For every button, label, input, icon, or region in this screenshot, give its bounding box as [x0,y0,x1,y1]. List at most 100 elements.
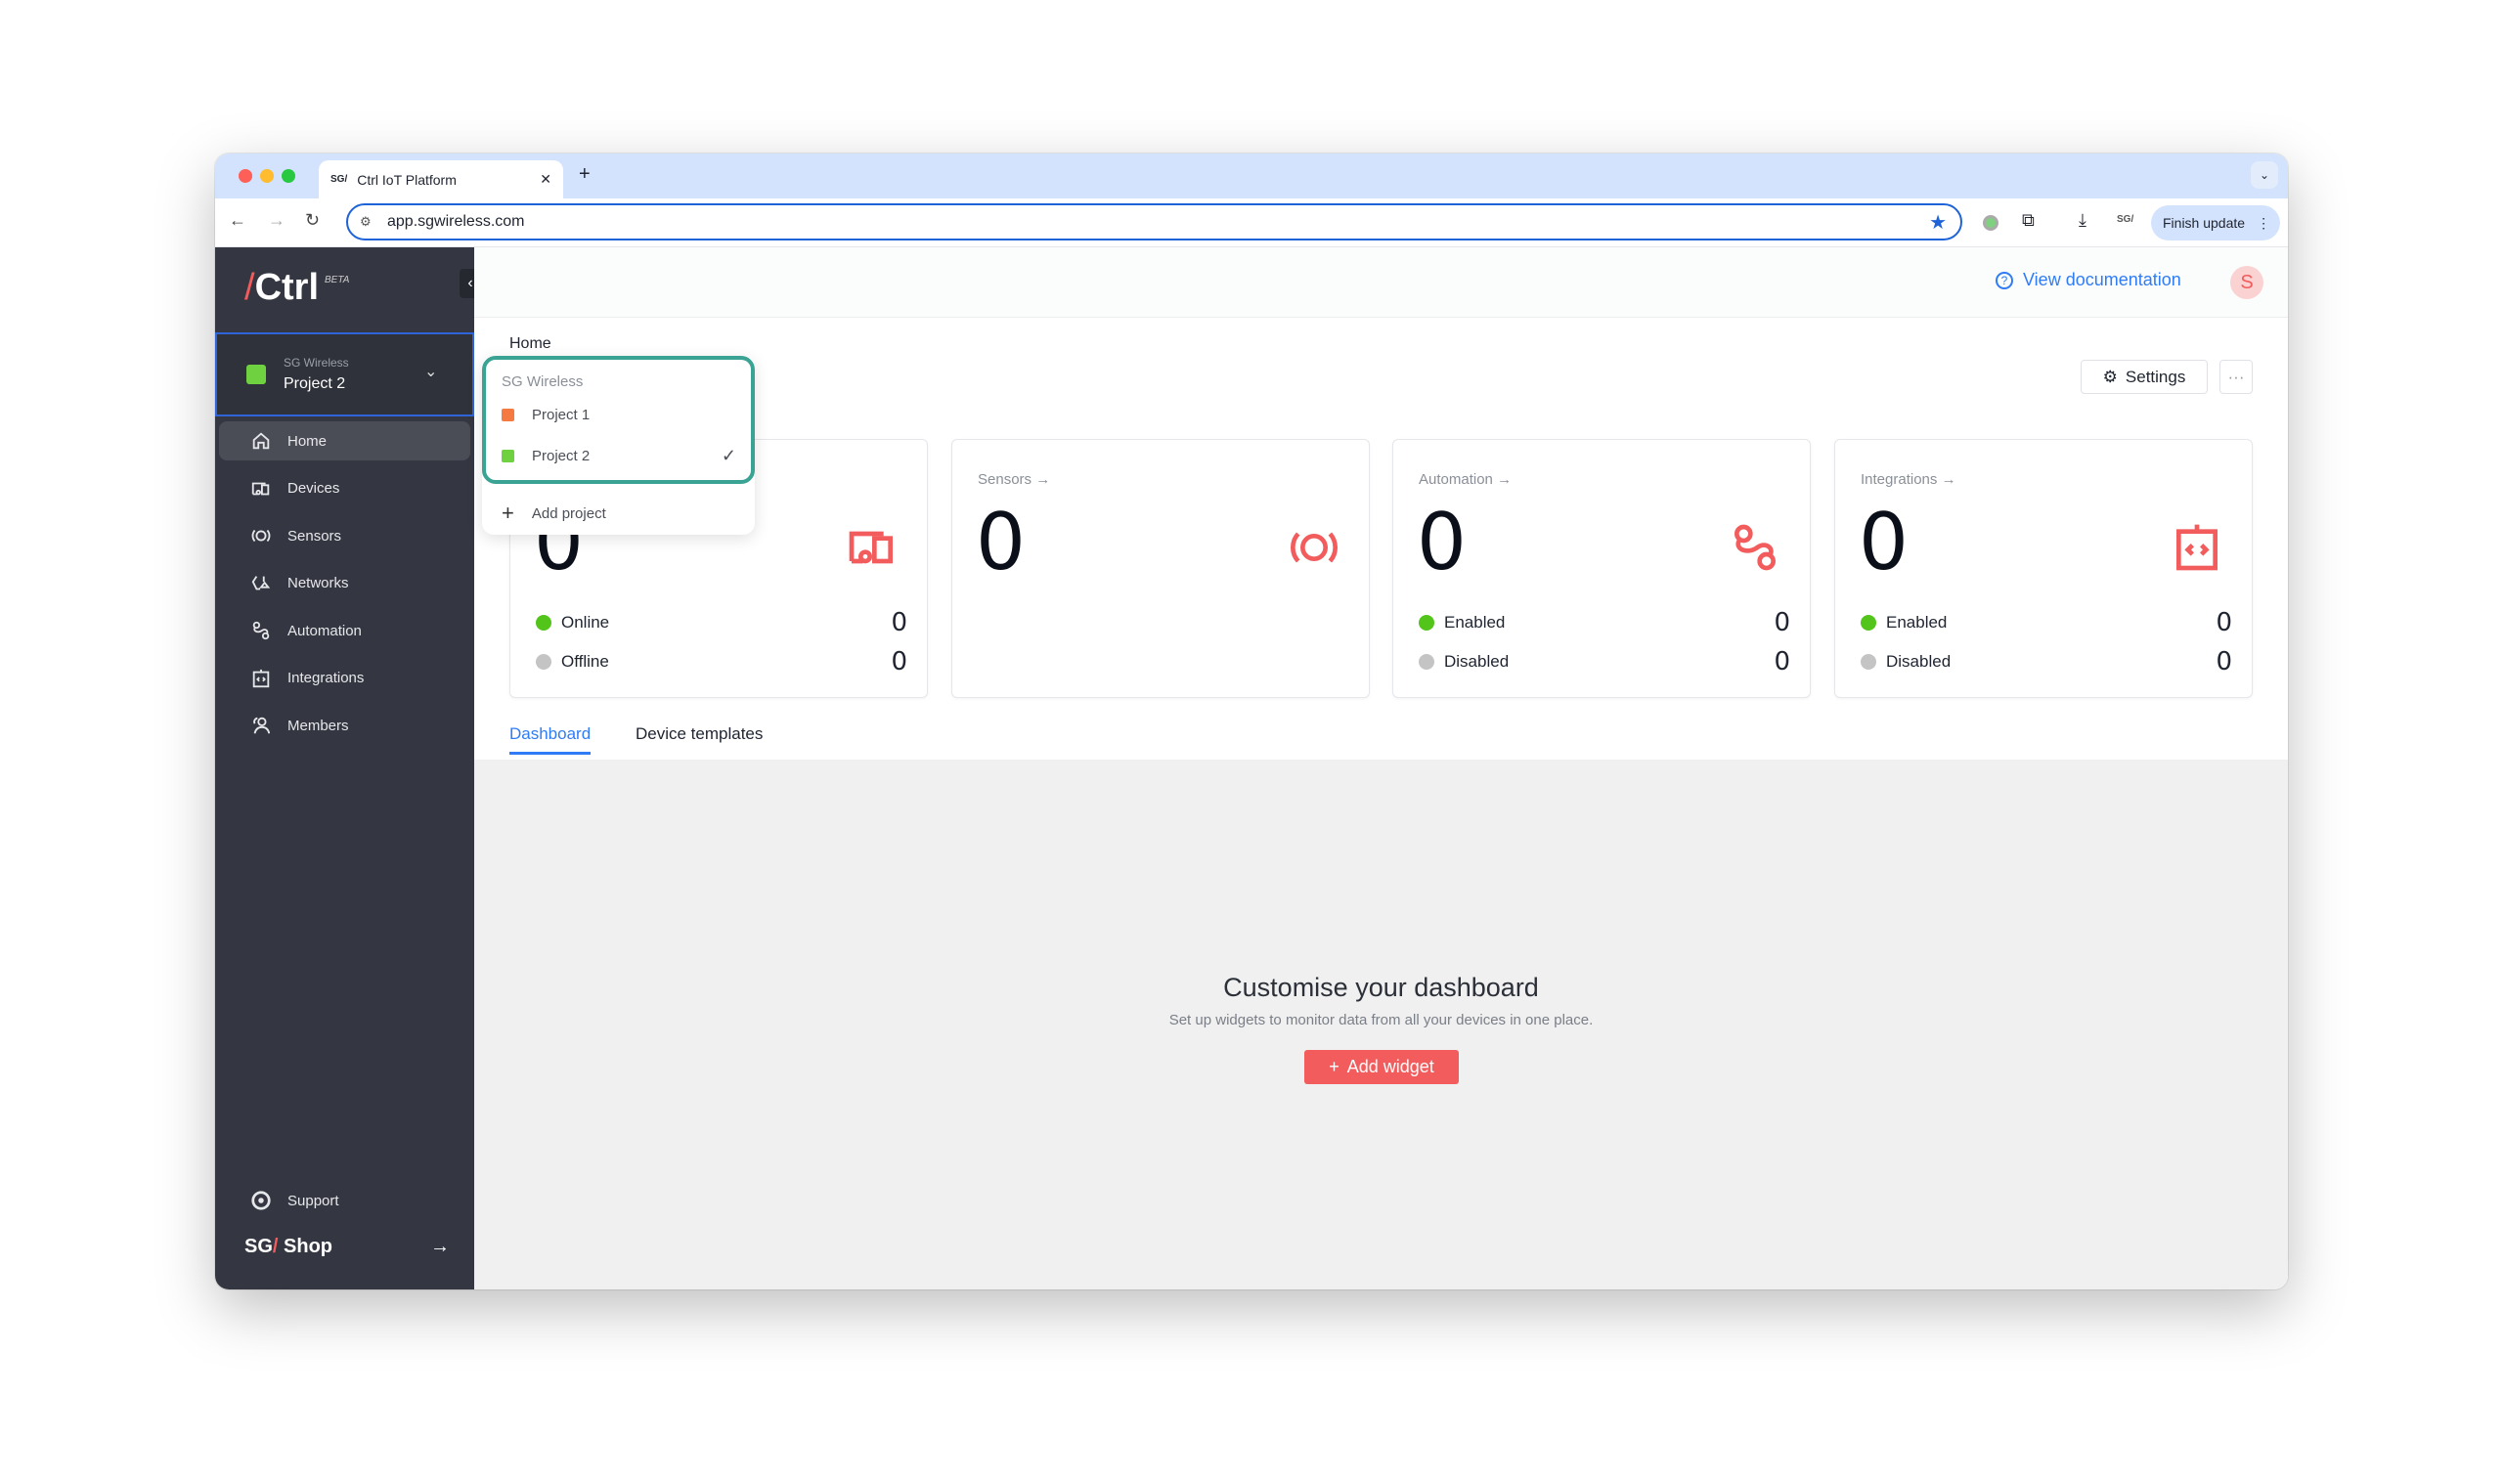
status-label: Online [561,613,610,632]
status-value: 0 [2216,647,2232,677]
devices-icon [849,531,893,564]
tab-bar: SG/ Ctrl IoT Platform ✕ + ⌄ [215,153,2288,198]
status-label: Enabled [1444,613,1506,632]
project-selector[interactable]: SG Wireless Project 2 ⌄ [215,332,474,416]
tab-title: Ctrl IoT Platform [357,171,457,188]
maximize-window-button[interactable] [282,169,295,183]
logo: /Ctrl [244,267,320,308]
status-row: Enabled 0 [1419,608,1790,637]
home-icon [252,432,270,450]
status-label: Disabled [1444,652,1510,671]
sidebar-item-devices[interactable]: Devices [219,469,470,508]
support-label: Support [287,1192,339,1209]
sensors-icon [1291,532,1338,563]
site-settings-icon[interactable]: ⚙ [360,214,372,230]
status-label: Offline [561,652,609,671]
favicon: SG/ [330,174,348,185]
project-color-swatch [246,365,266,384]
option-label: Project 1 [532,407,591,423]
tab-list-chevron-icon[interactable]: ⌄ [2251,161,2278,189]
bookmark-star-icon[interactable]: ★ [1929,210,1947,235]
tab-dashboard[interactable]: Dashboard [509,724,592,755]
status-row: Disabled 0 [1861,647,2232,677]
arrow-right-icon: → [1941,471,1956,488]
chevron-down-icon: ⌄ [424,364,438,380]
sg-shop-link[interactable]: SG / Shop → [244,1236,450,1258]
sidebar-item-label: Sensors [287,527,342,545]
project-swatch [502,409,514,421]
extensions-puzzle-icon[interactable]: ⧉ [2022,210,2035,231]
more-options-button[interactable]: ··· [2219,360,2253,394]
view-documentation-link[interactable]: ? View documentation [1996,270,2181,290]
tab-device-templates[interactable]: Device templates [636,724,763,744]
networks-icon [251,575,271,589]
plus-icon: + [1329,1057,1339,1076]
support-link[interactable]: Support [219,1181,470,1220]
browser-toolbar: ← → ↻ ⚙ app.sgwireless.com ★ ⧉ ⤓ SG/ Fin… [215,198,2288,247]
project-option-1[interactable]: Project 1 [502,407,736,423]
browser-tab[interactable]: SG/ Ctrl IoT Platform ✕ [319,160,563,198]
help-icon: ? [1996,271,2013,289]
close-window-button[interactable] [239,169,252,183]
card-count: 0 [1859,497,1909,588]
sidebar-item-sensors[interactable]: Sensors [219,516,470,555]
sidebar-item-home[interactable]: Home [219,421,470,460]
docs-label: View documentation [2023,270,2181,289]
sidebar-item-integrations[interactable]: Integrations [219,659,470,698]
integrations-icon [252,669,270,687]
arrow-right-icon: → [430,1236,450,1257]
settings-label: Settings [2125,367,2186,386]
main-content: ? View documentation S Home ⚙ Settings ··… [474,247,2288,1289]
add-project-button[interactable]: + Add project [502,501,606,526]
sg-extension-icon[interactable]: SG/ [2117,214,2133,225]
card-title-link[interactable]: Automation → [1419,471,1512,488]
status-row: Online 0 [536,608,907,637]
status-dot [536,654,551,670]
download-icon[interactable]: ⤓ [2079,210,2086,231]
sidebar-item-automation[interactable]: Automation [219,611,470,650]
card-title-link[interactable]: Integrations → [1861,471,1956,488]
extension-icon[interactable] [1983,215,1998,231]
summary-card-sensors: Sensors → 0 [951,439,1370,698]
automation-icon [1735,524,1776,571]
dashboard-area: Customise your dashboard Set up widgets … [474,760,2288,1289]
status-dot [1861,654,1876,670]
finish-update-button[interactable]: Finish update ⋮ [2151,205,2280,240]
forward-icon[interactable]: → [268,210,285,231]
sidebar-item-networks[interactable]: Networks [219,564,470,603]
dropdown-org: SG Wireless [502,373,584,390]
project-name: Project 2 [284,375,346,392]
members-icon [253,717,271,734]
status-value: 0 [1774,608,1790,637]
minimize-window-button[interactable] [260,169,274,183]
status-row: Enabled 0 [1861,608,2232,637]
sidebar-item-label: Integrations [287,670,365,686]
card-title-link[interactable]: Sensors → [978,471,1050,488]
status-value: 0 [1774,647,1790,677]
new-tab-button[interactable]: + [579,163,591,186]
project-option-2[interactable]: Project 2 ✓ [502,446,736,466]
kebab-menu-icon: ⋮ [2257,214,2271,231]
status-dot [1419,615,1434,631]
browser-window: SG/ Ctrl IoT Platform ✕ + ⌄ ← → ↻ ⚙ app.… [215,153,2288,1289]
status-dot [1861,615,1876,631]
user-avatar[interactable]: S [2230,266,2263,299]
close-tab-icon[interactable]: ✕ [540,171,551,188]
sidebar-item-label: Automation [287,622,362,639]
url-text: app.sgwireless.com [387,213,525,230]
settings-button[interactable]: ⚙ Settings [2081,360,2208,394]
status-value: 0 [891,647,907,677]
address-bar[interactable]: ⚙ app.sgwireless.com ★ [346,203,1962,240]
sidebar: /Ctrl BETA ‹ SG Wireless Project 2 ⌄ Hom… [215,247,481,1289]
status-label: Disabled [1886,652,1952,671]
project-swatch [502,450,514,462]
back-icon[interactable]: ← [229,210,246,231]
breadcrumb[interactable]: Home [509,335,551,353]
reload-icon[interactable]: ↻ [305,210,320,231]
option-label: Project 2 [532,448,591,464]
summary-card-integrations: Integrations → 0 Enabled 0 Disabled 0 [1834,439,2253,698]
add-widget-button[interactable]: + Add widget [1304,1050,1459,1084]
arrow-right-icon: → [1497,471,1513,488]
sidebar-item-label: Networks [287,575,349,591]
sidebar-item-members[interactable]: Members [219,706,470,745]
